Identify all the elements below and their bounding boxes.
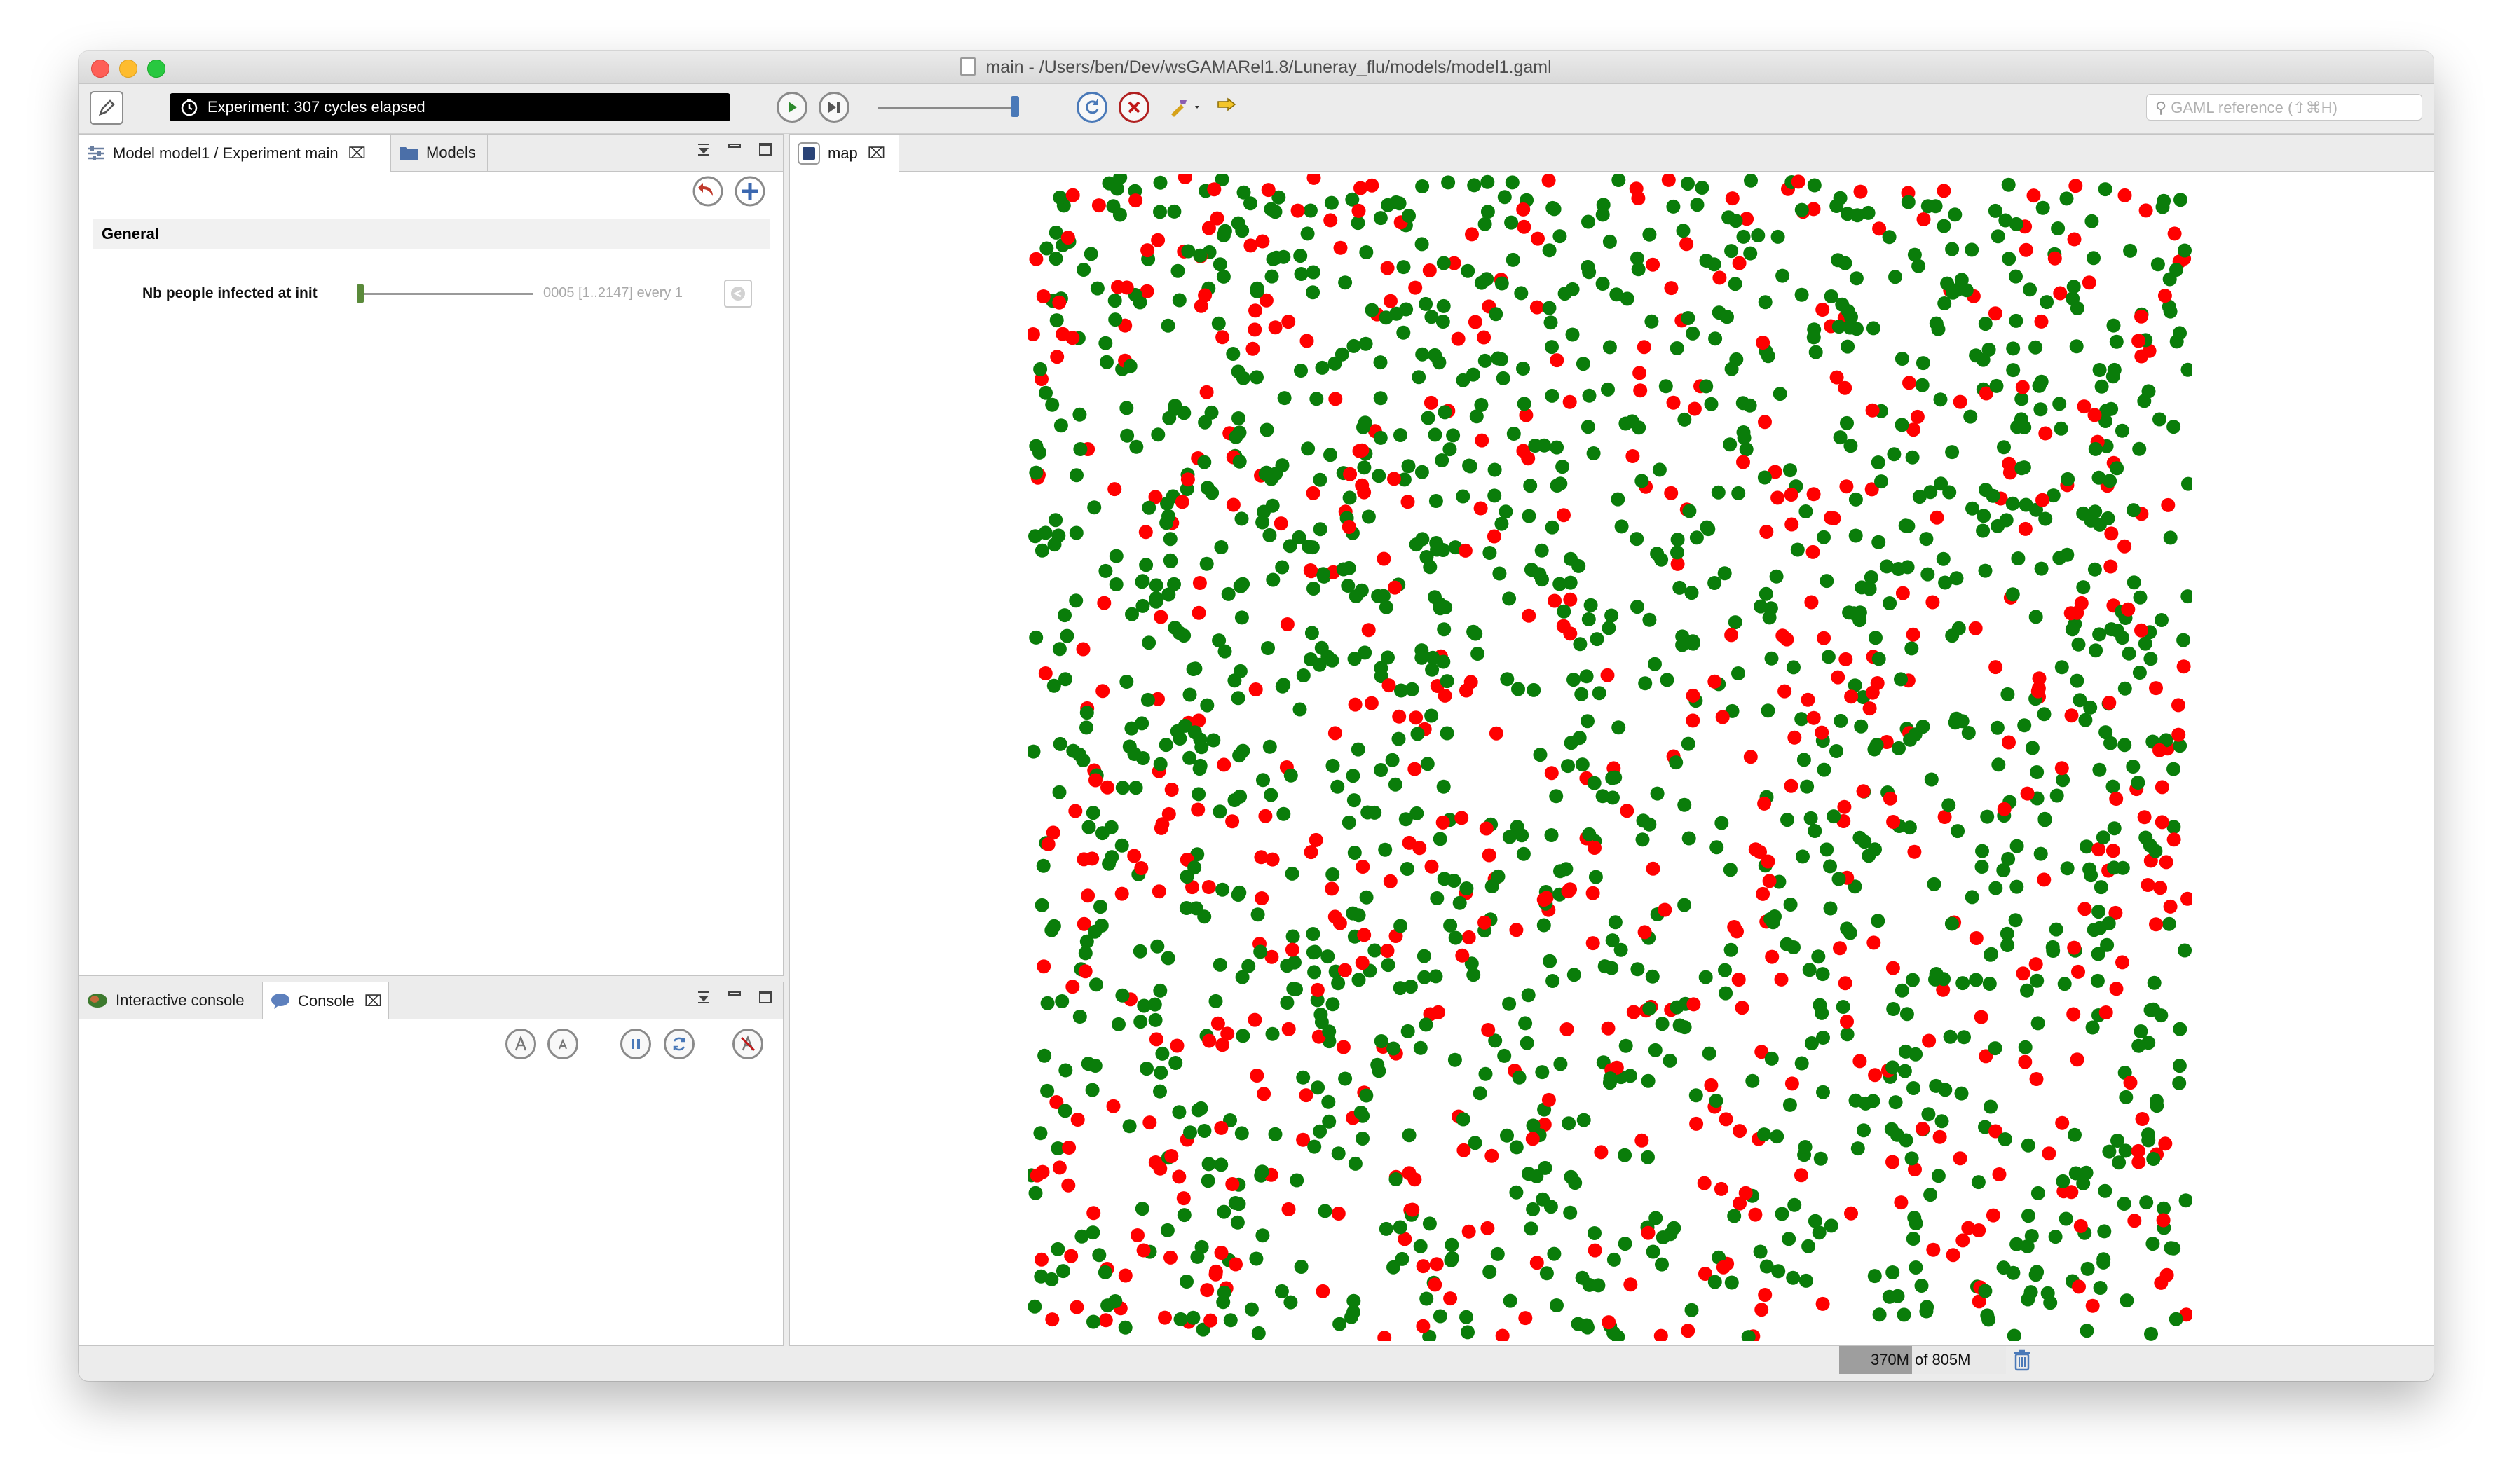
maximize-icon[interactable] xyxy=(758,142,773,157)
title-bar: main - /Users/ben/Dev/wsGAMARel1.8/Luner… xyxy=(78,51,2434,84)
run-button[interactable] xyxy=(777,92,807,123)
close-tab-icon[interactable]: ⌧ xyxy=(348,144,366,163)
decrease-font-button[interactable] xyxy=(547,1029,578,1059)
pause-icon xyxy=(632,1039,640,1049)
step-button[interactable] xyxy=(819,92,849,123)
clear-icon xyxy=(740,1035,756,1052)
add-parameter-button[interactable] xyxy=(734,175,766,207)
parameters-panel: Model model1 / Experiment main ⌧ Models … xyxy=(78,134,784,976)
close-experiment-button[interactable] xyxy=(1119,92,1149,123)
tab-label: Models xyxy=(426,144,476,161)
experiment-status: Experiment: 307 cycles elapsed xyxy=(170,93,730,121)
parameters-icon xyxy=(88,146,104,160)
minimize-icon[interactable] xyxy=(727,142,742,157)
parameter-reset-button[interactable] xyxy=(724,280,752,308)
tab-experiment-parameters[interactable]: Model model1 / Experiment main ⌧ xyxy=(79,135,391,172)
window-title-area: main - /Users/ben/Dev/wsGAMARel1.8/Luner… xyxy=(78,51,2434,83)
tab-label: Model model1 / Experiment main xyxy=(113,144,339,162)
document-icon xyxy=(960,57,976,76)
revert-parameters-button[interactable] xyxy=(692,175,724,207)
pointer-button[interactable] xyxy=(1213,94,1241,121)
tab-models[interactable]: Models xyxy=(391,135,488,171)
build-menu-button[interactable] xyxy=(1166,94,1206,121)
garbage-collect-button[interactable] xyxy=(2013,1349,2031,1375)
restore-icon[interactable] xyxy=(696,989,711,1005)
app-window: main - /Users/ben/Dev/wsGAMARel1.8/Luner… xyxy=(78,51,2434,1381)
plus-icon xyxy=(735,176,765,207)
main-toolbar: Experiment: 307 cycles elapsed ⚲ GAML re… xyxy=(78,84,2434,134)
speed-slider-track[interactable] xyxy=(878,107,1018,109)
increase-font-button[interactable] xyxy=(505,1029,536,1059)
parameter-label: Nb people infected at init xyxy=(142,285,318,301)
play-icon xyxy=(789,102,797,113)
simulation-map[interactable] xyxy=(1028,174,2192,1341)
step-icon xyxy=(828,102,840,113)
memory-used: 370M xyxy=(1839,1346,1912,1374)
edit-icon xyxy=(98,99,115,116)
display-icon xyxy=(798,142,820,165)
maximize-icon[interactable] xyxy=(758,989,773,1005)
speed-slider-knob[interactable] xyxy=(1011,96,1019,117)
map-tabbar: map ⌧ xyxy=(790,135,2434,172)
reload-icon xyxy=(1086,99,1099,114)
tab-label: Interactive console xyxy=(116,991,245,1009)
edit-button[interactable] xyxy=(90,91,123,125)
console-tabbar: Interactive console Console ⌧ xyxy=(79,982,783,1019)
panel-window-controls xyxy=(696,989,773,1005)
close-tab-icon[interactable]: ⌧ xyxy=(364,992,382,1010)
restore-icon[interactable] xyxy=(696,142,711,157)
reset-icon xyxy=(731,287,745,301)
clear-console-button[interactable] xyxy=(732,1029,763,1059)
parameter-slider-track[interactable] xyxy=(358,293,533,295)
font-larger-icon xyxy=(514,1036,527,1051)
undo-icon xyxy=(692,176,723,207)
font-smaller-icon xyxy=(559,1038,567,1050)
clock-icon xyxy=(181,99,198,116)
brain-icon xyxy=(88,994,107,1008)
gaml-reference-search[interactable]: ⚲ GAML reference (⇧⌘H) xyxy=(2146,94,2422,121)
parameter-slider-knob[interactable] xyxy=(357,284,364,303)
pointer-icon xyxy=(1217,97,1236,111)
tab-label: Console xyxy=(298,991,355,1010)
refresh-console-button[interactable] xyxy=(664,1029,695,1059)
close-experiment-icon xyxy=(1128,101,1140,114)
tab-map[interactable]: map ⌧ xyxy=(790,135,899,172)
tab-interactive-console[interactable]: Interactive console xyxy=(79,982,263,1019)
search-placeholder: GAML reference (⇧⌘H) xyxy=(2171,99,2337,116)
close-tab-icon[interactable]: ⌧ xyxy=(868,144,885,163)
trash-icon xyxy=(2014,1349,2030,1371)
parameter-value: 0005 [1..2147] every 1 xyxy=(543,285,683,301)
reload-button[interactable] xyxy=(1077,92,1107,123)
tab-console[interactable]: Console ⌧ xyxy=(263,982,389,1019)
tab-label: map xyxy=(828,144,858,162)
status-text: Experiment: 307 cycles elapsed xyxy=(207,98,425,116)
folder-icon xyxy=(400,147,418,160)
parameters-tabbar: Model model1 / Experiment main ⌧ Models xyxy=(79,135,783,172)
memory-total: of 805M xyxy=(1912,1346,2006,1374)
section-general[interactable]: General xyxy=(93,219,770,249)
console-panel: Interactive console Console ⌧ xyxy=(78,982,784,1346)
window-title: main - /Users/ben/Dev/wsGAMARel1.8/Luner… xyxy=(985,57,1552,77)
pause-console-button[interactable] xyxy=(620,1029,651,1059)
build-icon xyxy=(1171,100,1199,117)
refresh-icon xyxy=(673,1037,685,1051)
memory-indicator[interactable]: 370M of 805M xyxy=(1839,1346,2006,1374)
minimize-icon[interactable] xyxy=(727,989,742,1005)
map-panel: map ⌧ xyxy=(789,134,2434,1346)
speech-icon xyxy=(271,993,289,1009)
panel-window-controls xyxy=(696,142,773,157)
search-icon: ⚲ xyxy=(2155,99,2167,116)
